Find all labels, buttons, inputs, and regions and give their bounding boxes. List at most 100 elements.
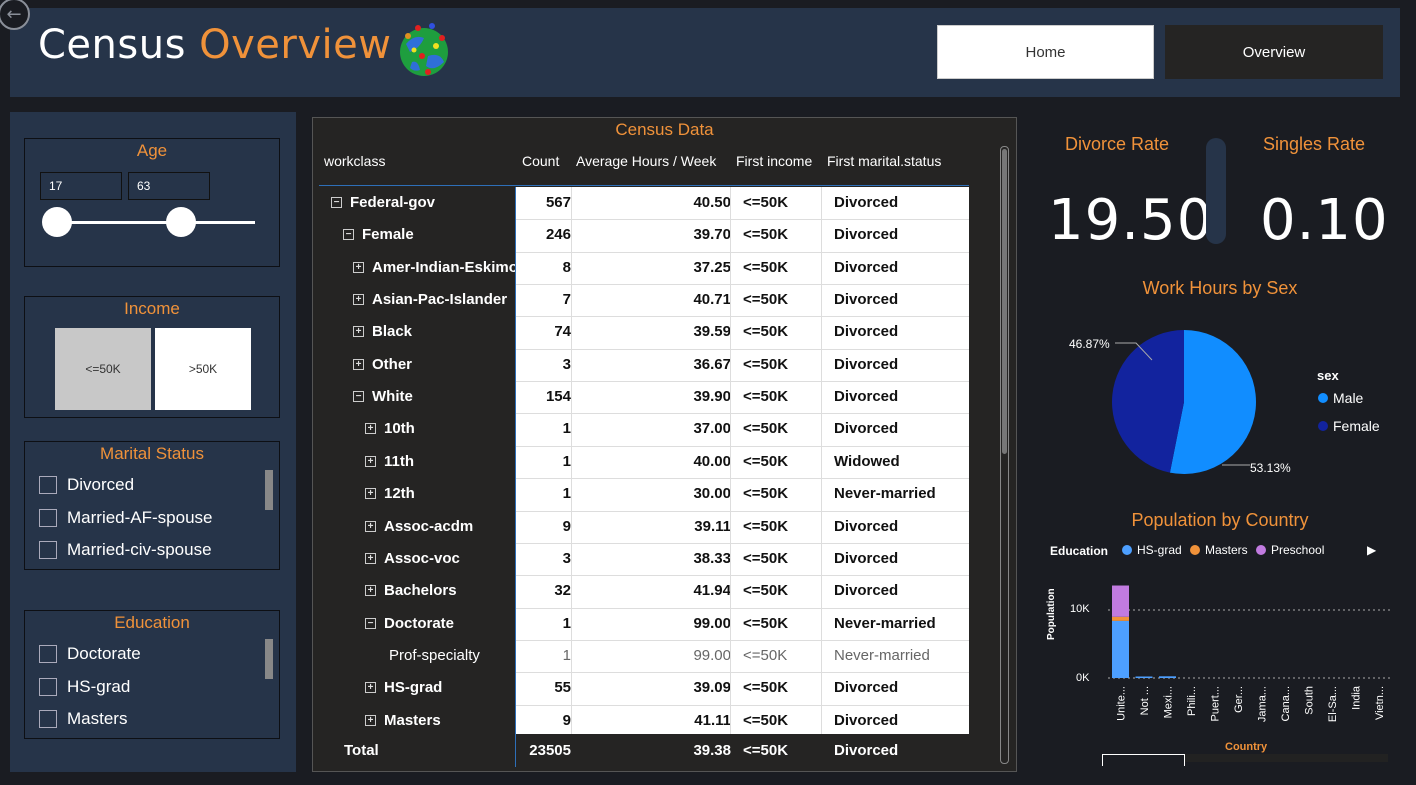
column-header-income[interactable]: First income (736, 153, 812, 169)
education-item[interactable]: Masters (39, 709, 127, 729)
age-min-input[interactable]: 17 (40, 172, 122, 200)
column-header-hours[interactable]: Average Hours / Week (576, 153, 716, 169)
marital-scrollbar[interactable] (265, 470, 273, 510)
income-option-le50k[interactable]: <=50K (55, 328, 151, 410)
collapse-icon[interactable]: − (331, 197, 342, 208)
table-row[interactable]: + Asian-Pac-Islander 7 40.71 <=50K Divorced (319, 284, 969, 316)
bar-preschool-0[interactable] (1112, 585, 1129, 617)
checkbox[interactable] (39, 476, 57, 494)
row-divider (516, 219, 969, 221)
checkbox[interactable] (39, 645, 57, 663)
expand-icon[interactable]: + (365, 488, 376, 500)
checkbox[interactable] (39, 509, 57, 527)
row-label-text: Prof-specialty (389, 646, 480, 664)
marital-item[interactable]: Married-AF-spouse (39, 508, 213, 528)
matrix-scrollbar-thumb[interactable] (1002, 149, 1007, 454)
education-item[interactable]: HS-grad (39, 677, 130, 697)
matrix-scrollbar[interactable] (1000, 146, 1009, 764)
table-row[interactable]: − Doctorate 1 99.00 <=50K Never-married (319, 608, 969, 640)
table-row[interactable]: +10th 1 37.00 <=50K Divorced (319, 413, 969, 445)
cell-marital: Never-married (834, 485, 936, 503)
census-data-matrix: Census Data workclass Count Average Hour… (312, 117, 1017, 772)
collapse-icon[interactable]: − (365, 617, 376, 629)
expand-icon[interactable]: + (365, 423, 376, 435)
bar-hs-grad-0[interactable] (1112, 620, 1129, 678)
expand-icon[interactable]: + (353, 326, 364, 338)
cell-marital: Divorced (834, 355, 899, 373)
table-row[interactable]: + Amer-Indian-Eskimo 8 37.25 <=50K Divorced (319, 252, 969, 284)
bar-scrollbar-track[interactable] (1185, 754, 1388, 762)
legend-hs-grad[interactable]: HS-grad (1122, 543, 1182, 557)
table-row[interactable]: − White 154 39.90 <=50K Divorced (319, 381, 969, 413)
cell-marital: Divorced (834, 323, 899, 341)
cell-count: 246 (545, 226, 571, 244)
row-label: − Federal-gov (331, 194, 435, 211)
legend-dot-preschool (1256, 545, 1266, 555)
checkbox[interactable] (39, 541, 57, 559)
legend-female[interactable]: Female (1318, 418, 1380, 434)
row-label-text: 12th (384, 485, 415, 503)
overview-button[interactable]: Overview (1165, 25, 1383, 79)
expand-icon[interactable]: + (365, 714, 376, 726)
pie-title: Work Hours by Sex (1142, 278, 1298, 298)
table-row[interactable]: + Other 3 36.67 <=50K Divorced (319, 349, 969, 381)
collapse-icon[interactable]: − (343, 229, 354, 241)
cell-hours: 39.11 (694, 517, 731, 535)
age-slider-min-handle[interactable] (42, 207, 72, 237)
income-option-gt50k[interactable]: >50K (155, 328, 251, 410)
marital-item[interactable]: Married-civ-spouse (39, 540, 212, 560)
table-row[interactable]: + Black 74 39.59 <=50K Divorced (319, 316, 969, 348)
legend-preschool[interactable]: Preschool (1256, 543, 1324, 557)
pie-slice-female[interactable] (1111, 330, 1184, 473)
table-row[interactable]: + HS-grad 55 39.09 <=50K Divorced (319, 672, 969, 704)
education-item-label: Doctorate (67, 644, 141, 663)
bar-scrollbar-thumb[interactable] (1102, 754, 1185, 766)
age-slider-max-handle[interactable] (166, 207, 196, 237)
table-row[interactable]: + Bachelors 32 41.94 <=50K Divorced (319, 575, 969, 607)
expand-icon[interactable]: + (365, 552, 376, 564)
bar-hs-grad-2[interactable] (1159, 676, 1176, 678)
table-row[interactable]: − Federal-gov 567 40.50 <=50K Divorced (319, 187, 969, 219)
marital-item[interactable]: Divorced (39, 475, 134, 495)
table-row[interactable]: +12th 1 30.00 <=50K Never-married (319, 478, 969, 510)
age-max-input[interactable]: 63 (128, 172, 210, 200)
column-header-count[interactable]: Count (522, 153, 559, 169)
column-header-marital[interactable]: First marital.status (827, 153, 941, 169)
row-label-text: Female (362, 226, 414, 244)
row-label-text: Assoc-voc (384, 549, 460, 567)
expand-icon[interactable]: + (353, 294, 364, 306)
expand-icon[interactable]: + (353, 358, 364, 370)
cell-income: <=50K (743, 258, 789, 276)
pie-label-male: 53.13% (1250, 461, 1291, 475)
legend-dot-masters (1190, 545, 1200, 555)
table-row[interactable]: +11th 1 40.00 <=50K Widowed (319, 446, 969, 478)
legend-next-arrow-icon[interactable]: ▶ (1367, 543, 1376, 557)
home-button[interactable]: Home (937, 25, 1154, 79)
expand-icon[interactable]: + (365, 585, 376, 597)
expand-icon[interactable]: + (365, 520, 376, 532)
expand-icon[interactable]: + (353, 261, 364, 273)
education-item[interactable]: Doctorate (39, 644, 141, 664)
table-row[interactable]: + Masters 9 41.11 <=50K Divorced (319, 705, 969, 737)
cell-marital: Divorced (834, 291, 899, 309)
checkbox[interactable] (39, 678, 57, 696)
table-row[interactable]: − Female 246 39.70 <=50K Divorced (319, 219, 969, 251)
table-row[interactable]: Prof-specialty 1 99.00 <=50K Never-married (319, 640, 969, 672)
age-title: Age (136, 141, 168, 160)
collapse-icon[interactable]: − (353, 391, 364, 403)
bar-hs-grad-1[interactable] (1135, 676, 1153, 679)
education-scrollbar[interactable] (265, 639, 273, 679)
expand-icon[interactable]: + (365, 455, 376, 467)
legend-masters[interactable]: Masters (1190, 543, 1248, 557)
cell-hours: 37.00 (693, 420, 731, 438)
marital-title: Marital Status (100, 444, 204, 463)
checkbox[interactable] (39, 710, 57, 728)
table-row[interactable]: + Assoc-acdm 9 39.11 <=50K Divorced (319, 511, 969, 543)
bar-masters-0[interactable] (1112, 616, 1129, 621)
legend-male[interactable]: Male (1318, 390, 1363, 406)
column-header-workclass[interactable]: workclass (324, 153, 385, 169)
education-slicer: Education Doctorate HS-grad Masters (24, 610, 280, 739)
age-slider-track[interactable] (43, 221, 255, 224)
table-row[interactable]: + Assoc-voc 3 38.33 <=50K Divorced (319, 543, 969, 575)
expand-icon[interactable]: + (365, 682, 376, 694)
